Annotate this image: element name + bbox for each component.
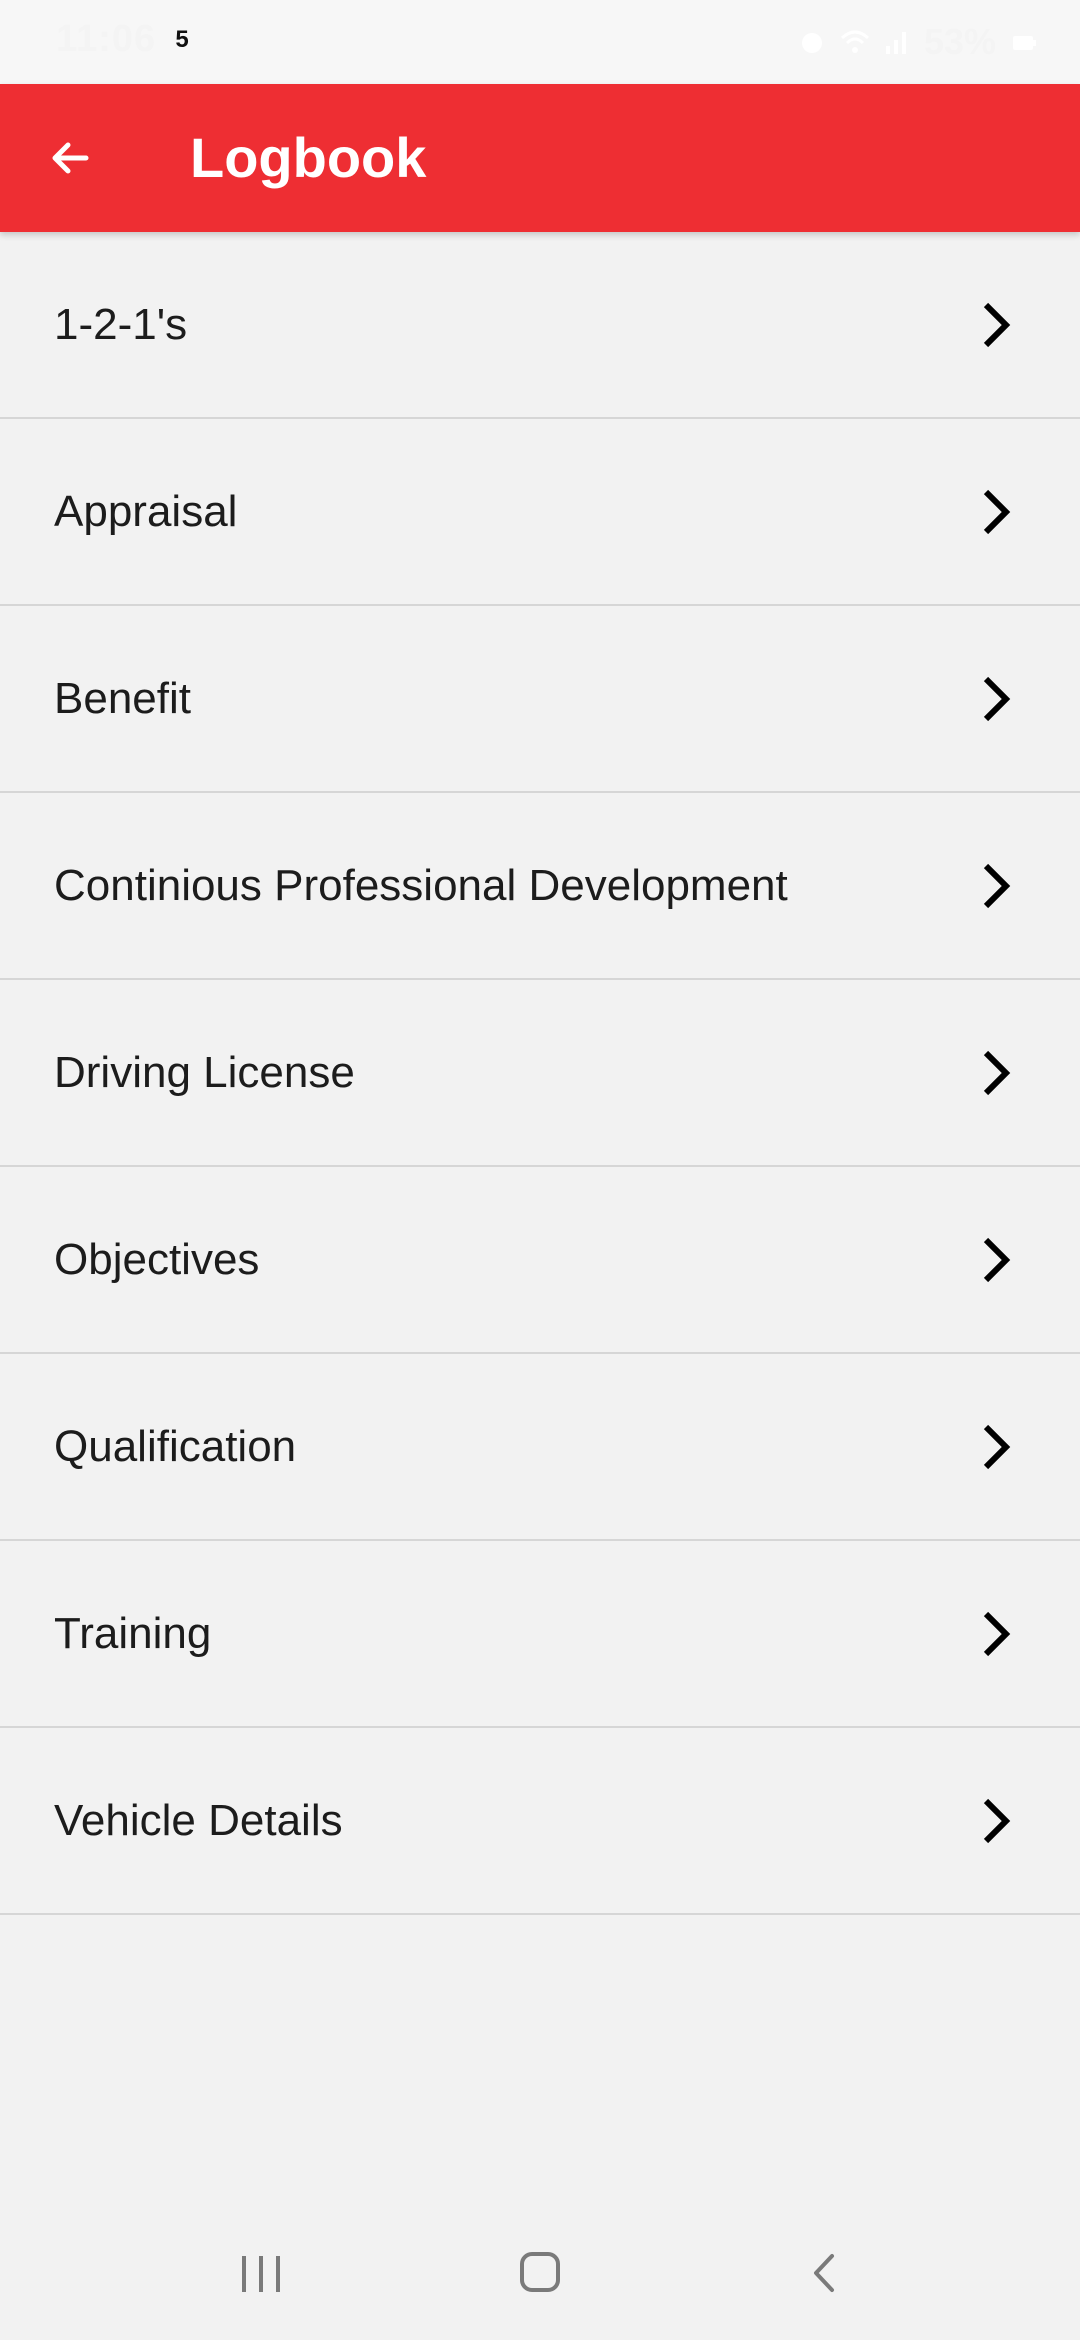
list-item-label: 1-2-1's xyxy=(54,299,188,349)
alarm-icon xyxy=(798,28,826,56)
chevron-right-icon xyxy=(983,1424,1011,1469)
notification-count-badge: 5 xyxy=(175,26,189,53)
list-item-objectives[interactable]: Objectives xyxy=(0,1167,1080,1354)
app-bar: Logbook xyxy=(0,84,1080,232)
list-item-label: Objectives xyxy=(54,1234,260,1284)
chevron-right-icon xyxy=(983,1237,1011,1282)
list-item-label: Vehicle Details xyxy=(54,1795,343,1845)
back-button[interactable] xyxy=(36,124,104,192)
status-time: 11:06 xyxy=(56,18,157,60)
list-item-label: Appraisal xyxy=(54,486,238,536)
list-item-label: Qualification xyxy=(54,1421,297,1471)
back-icon[interactable] xyxy=(806,2250,840,2296)
status-bar: 11:06 5 53% xyxy=(0,0,1080,84)
chevron-right-icon xyxy=(983,1611,1011,1656)
list-item-1-2-1s[interactable]: 1-2-1's xyxy=(0,232,1080,419)
status-icons: 53% xyxy=(798,20,1038,64)
list-item-label: Training xyxy=(54,1608,212,1658)
list-item-label: Continious Professional Development xyxy=(54,860,788,910)
chevron-right-icon xyxy=(983,676,1011,721)
recents-icon[interactable] xyxy=(236,2248,286,2300)
list-item-cpd[interactable]: Continious Professional Development xyxy=(0,793,1080,980)
list-item-label: Benefit xyxy=(54,673,191,723)
chevron-right-icon xyxy=(983,1050,1011,1095)
arrow-left-icon xyxy=(52,142,89,174)
battery-icon xyxy=(1010,28,1038,56)
page-title: Logbook xyxy=(190,126,427,189)
chevron-right-icon xyxy=(983,863,1011,908)
chevron-right-icon xyxy=(983,1798,1011,1843)
list-item-driving-license[interactable]: Driving License xyxy=(0,980,1080,1167)
list-item-appraisal[interactable]: Appraisal xyxy=(0,419,1080,606)
chevron-right-icon xyxy=(983,302,1011,347)
signal-icon xyxy=(882,28,910,56)
system-nav-bar xyxy=(0,2210,1080,2340)
list-item-benefit[interactable]: Benefit xyxy=(0,606,1080,793)
list-item-label: Driving License xyxy=(54,1047,355,1097)
logbook-list: 1-2-1's Appraisal Benefit Continious Pro… xyxy=(0,232,1080,1915)
list-item-vehicle-details[interactable]: Vehicle Details xyxy=(0,1728,1080,1915)
wifi-icon xyxy=(840,28,869,56)
battery-percentage: 53% xyxy=(923,21,996,62)
chevron-right-icon xyxy=(983,489,1011,534)
home-icon[interactable] xyxy=(518,2248,562,2296)
list-item-qualification[interactable]: Qualification xyxy=(0,1354,1080,1541)
list-item-training[interactable]: Training xyxy=(0,1541,1080,1728)
